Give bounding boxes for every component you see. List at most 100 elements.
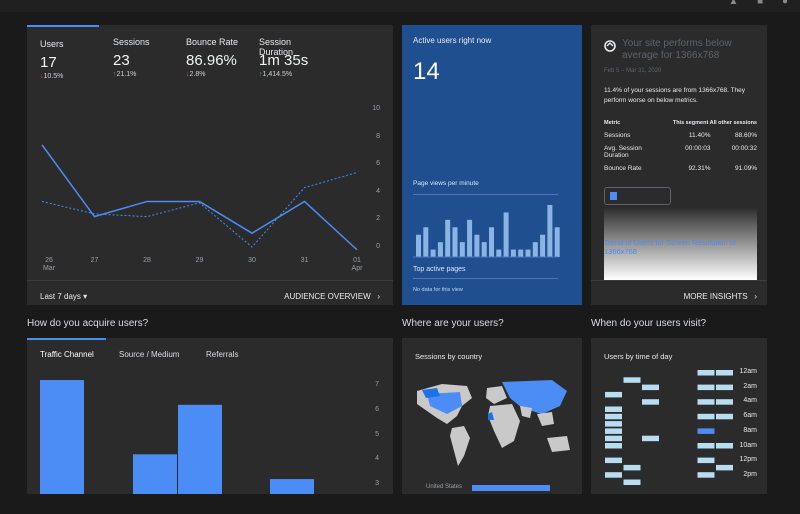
x-tick: 31 bbox=[300, 257, 309, 264]
date-range-dropdown[interactable]: Last 7 days ▾ bbox=[40, 292, 87, 301]
heat-cell bbox=[697, 472, 715, 478]
more-insights-link[interactable]: MORE INSIGHTS › bbox=[684, 292, 757, 301]
page-view-bar bbox=[503, 212, 509, 257]
heat-cell bbox=[697, 413, 715, 420]
acquisition-card: Traffic Channel Source / Medium Referral… bbox=[27, 338, 393, 494]
trend-title: Trend of Users for Screen Resolution of … bbox=[604, 238, 736, 256]
when-section-title: When do your users visit? bbox=[591, 318, 707, 329]
world-map[interactable] bbox=[402, 376, 582, 486]
country-bar bbox=[472, 485, 550, 491]
page-view-bar bbox=[554, 227, 560, 257]
heat-cell bbox=[605, 472, 622, 478]
insights-headline: Your site performs below average for 136… bbox=[622, 38, 732, 61]
acq-y-tick: 5 bbox=[375, 430, 379, 438]
hour-label: 4am bbox=[743, 397, 757, 405]
time-heatmap bbox=[605, 370, 733, 485]
heat-cell bbox=[697, 384, 715, 391]
audience-overview-link[interactable]: AUDIENCE OVERVIEW › bbox=[284, 292, 380, 301]
heat-cell bbox=[716, 370, 733, 376]
insights-card: Your site performs below average for 136… bbox=[591, 25, 767, 305]
heat-cell bbox=[605, 443, 622, 449]
channel-bar[interactable] bbox=[270, 479, 314, 494]
x-tick: 29 bbox=[195, 257, 204, 264]
y-tick: 0 bbox=[376, 243, 380, 250]
hour-label: 2am bbox=[743, 382, 757, 390]
x-tick: 01 Apr bbox=[351, 257, 363, 272]
heat-cell bbox=[642, 399, 659, 405]
page-view-bar bbox=[437, 242, 443, 257]
hour-label: 6am bbox=[743, 412, 757, 420]
top-pages-label: Top active pages bbox=[413, 266, 466, 273]
heat-cell bbox=[605, 391, 622, 398]
insights-date: Feb 5 – Mar 31, 2020 bbox=[604, 68, 662, 74]
x-tick: 30 bbox=[248, 257, 256, 264]
insight-row: Avg. Session Duration 00:00:03 00:00:32 bbox=[604, 145, 757, 159]
insight-trend-chart: Trend of Users for Screen Resolution of … bbox=[604, 207, 757, 280]
heat-cell bbox=[605, 457, 622, 464]
top-bar: ▲ ■ ● bbox=[0, 0, 800, 12]
feedback-icon bbox=[610, 192, 617, 200]
page-views-label: Page views per minute bbox=[413, 180, 479, 187]
heat-cell bbox=[716, 464, 733, 471]
heat-cell bbox=[716, 413, 733, 420]
feedback-button[interactable] bbox=[604, 187, 671, 205]
acq-y-tick: 6 bbox=[375, 405, 379, 413]
page-view-bar bbox=[459, 242, 465, 257]
heat-cell bbox=[623, 479, 641, 485]
page-view-bar bbox=[532, 242, 538, 257]
insight-row: Sessions 11.40% 88.60% bbox=[604, 132, 757, 139]
page-view-bar bbox=[481, 242, 487, 257]
heat-cell bbox=[605, 428, 622, 434]
x-tick: 26 Mar bbox=[42, 257, 56, 272]
hour-label: 2pm bbox=[743, 470, 757, 478]
active-users-count: 14 bbox=[413, 58, 440, 85]
heat-cell bbox=[605, 435, 622, 442]
where-section-title: Where are your users? bbox=[402, 318, 504, 329]
x-tick: 28 bbox=[143, 257, 151, 264]
y-tick: 6 bbox=[376, 160, 380, 168]
page-views-chart bbox=[413, 205, 560, 258]
y-tick: 4 bbox=[376, 187, 380, 195]
channel-bar[interactable] bbox=[40, 380, 84, 494]
heat-cell bbox=[697, 428, 715, 434]
insight-row: Bounce Rate 92.31% 91.09% bbox=[604, 165, 757, 172]
acq-y-tick: 4 bbox=[375, 455, 379, 463]
page-view-bar bbox=[474, 234, 480, 257]
page-view-bar bbox=[489, 227, 494, 257]
insights-icon bbox=[604, 39, 616, 57]
heat-cell bbox=[697, 370, 715, 376]
heat-cell bbox=[697, 457, 715, 464]
heat-cell bbox=[605, 413, 622, 420]
current-period-line bbox=[41, 144, 358, 251]
hour-label: 12am bbox=[739, 368, 757, 375]
audience-overview-card: Users 17 ↓10.5% Sessions 23 ↑21.1% Bounce … bbox=[27, 25, 393, 305]
hour-label: 8am bbox=[743, 426, 757, 434]
acq-y-tick: 7 bbox=[375, 381, 379, 388]
y-tick: 8 bbox=[376, 132, 380, 140]
page-view-bar bbox=[423, 227, 429, 257]
x-tick: 27 bbox=[90, 257, 99, 264]
heat-cell bbox=[623, 464, 641, 471]
heat-cell bbox=[623, 377, 641, 383]
page-view-bar bbox=[518, 249, 524, 257]
heat-cell bbox=[605, 421, 622, 427]
heat-cell bbox=[605, 406, 622, 412]
heat-cell bbox=[697, 443, 715, 449]
channel-bar[interactable] bbox=[133, 454, 177, 494]
no-data-text: No data for this view bbox=[413, 287, 463, 293]
col-metric: Metric bbox=[604, 120, 621, 126]
top-icons[interactable]: ▲ ■ ● bbox=[728, 0, 796, 7]
heat-cell bbox=[642, 435, 659, 442]
heat-cell bbox=[716, 384, 733, 391]
channel-bar[interactable] bbox=[178, 404, 222, 494]
realtime-title: Active users right now bbox=[413, 36, 492, 45]
country-label: United States bbox=[426, 484, 463, 490]
geo-title: Sessions by country bbox=[415, 352, 483, 361]
geo-card: Sessions by country United States bbox=[402, 338, 582, 494]
page-view-bar bbox=[452, 227, 458, 257]
acq-y-tick: 3 bbox=[375, 480, 379, 487]
heat-cell bbox=[716, 443, 733, 449]
hour-label: 10am bbox=[739, 441, 757, 449]
page-view-bar bbox=[525, 249, 531, 257]
col-segment-other: This segment All other sessions bbox=[672, 120, 757, 126]
